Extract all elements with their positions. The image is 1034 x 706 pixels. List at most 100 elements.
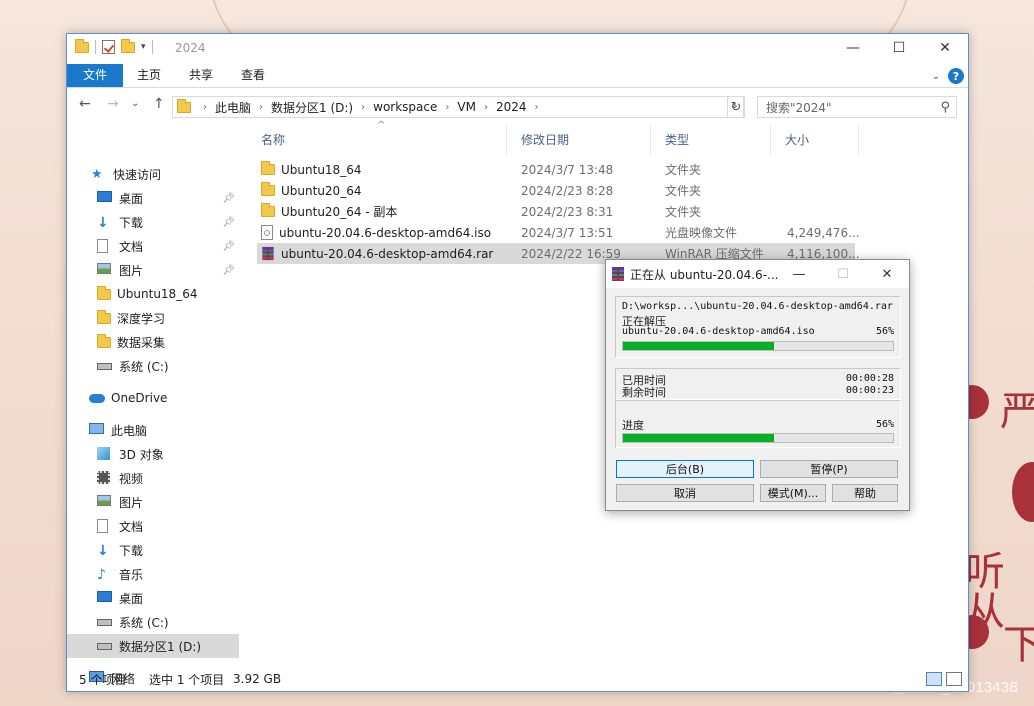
sidebar-item-label: 深度学习 (117, 311, 166, 326)
dialog-window-controls: — ☐ ✕ (777, 260, 909, 288)
sidebar-item[interactable]: ★ 快速访问 (67, 162, 239, 186)
file-date: 2024/3/7 13:48 (521, 162, 614, 177)
breadcrumb-this-pc[interactable]: 此电脑 (215, 99, 251, 116)
file-row[interactable]: Ubuntu20_64 - 副本 2024/2/23 8:31 文件夹 (257, 201, 855, 222)
computer-icon (89, 423, 105, 437)
forward-button[interactable]: → (107, 96, 119, 112)
sidebar-item[interactable]: OneDrive (67, 386, 239, 410)
refresh-button[interactable]: ↻ (727, 96, 745, 118)
dialog-title: 正在从 ubuntu-20.04.6-... (630, 268, 779, 282)
tab-home[interactable]: 主页 (123, 64, 175, 87)
cancel-button[interactable]: 取消 (616, 484, 754, 502)
maximize-button[interactable]: ☐ (876, 34, 922, 62)
help-icon[interactable]: ? (948, 68, 964, 84)
background-button[interactable]: 后台(B) (616, 460, 754, 478)
file-row[interactable]: Ubuntu18_64 2024/3/7 13:48 文件夹 (257, 159, 855, 180)
folder-icon (261, 203, 275, 217)
sidebar-item-label: Ubuntu18_64 (117, 287, 198, 301)
sidebar-item[interactable]: ♪ 音乐 (67, 562, 239, 586)
dialog-maximize-button: ☐ (837, 266, 849, 282)
cube-icon (97, 447, 113, 461)
chevron-right-icon[interactable]: › (445, 102, 449, 113)
breadcrumb-2024[interactable]: 2024 (496, 100, 527, 114)
chevron-right-icon[interactable]: › (361, 102, 365, 113)
sidebar-item[interactable]: ↓ 下载 📌︎ (67, 210, 239, 234)
column-header-date[interactable]: 修改日期 (507, 126, 651, 154)
sidebar-item[interactable]: 系统 (C:) (67, 610, 239, 634)
sidebar-item[interactable]: 文档 (67, 514, 239, 538)
sidebar-item[interactable]: 此电脑 (67, 418, 239, 442)
chevron-right-icon[interactable]: › (259, 102, 263, 113)
search-input[interactable]: 搜索"2024" ⚲ (757, 96, 957, 118)
file-row[interactable]: Ubuntu20_64 2024/2/23 8:28 文件夹 (257, 180, 855, 201)
chevron-down-icon[interactable]: ⌄ (932, 71, 940, 82)
tab-share[interactable]: 共享 (175, 64, 227, 87)
sidebar-item[interactable]: 数据采集 (67, 330, 239, 354)
chevron-right-icon[interactable]: › (203, 102, 207, 113)
dialog-minimize-button[interactable]: — (777, 260, 821, 288)
sidebar-item[interactable]: 视频 (67, 466, 239, 490)
pin-icon: 📌︎ (222, 216, 235, 228)
help-button[interactable]: 帮助 (832, 484, 898, 502)
breadcrumb-workspace[interactable]: workspace (373, 100, 437, 114)
time-panel: 已用时间 00:00:28 剩余时间 00:00:23 (615, 368, 901, 400)
drive-icon (97, 639, 113, 653)
window-title: 2024 (175, 41, 206, 55)
details-view-icon[interactable] (926, 672, 942, 686)
file-name: Ubuntu20_64 - 副本 (261, 203, 397, 220)
archive-path: D:\worksp...\ubuntu-20.04.6-desktop-amd6… (622, 301, 893, 312)
dialog-close-button[interactable]: ✕ (865, 260, 909, 288)
remaining-time: 00:00:23 (845, 385, 894, 396)
winrar-icon (262, 246, 274, 261)
sidebar-item[interactable]: 桌面 (67, 586, 239, 610)
disc-image-icon (261, 225, 273, 240)
mode-button[interactable]: 模式(M)... (760, 484, 826, 502)
new-folder-icon[interactable] (121, 38, 135, 53)
breadcrumb-drive-d[interactable]: 数据分区1 (D:) (271, 99, 353, 116)
minimize-button[interactable]: — (830, 34, 876, 62)
column-header-size[interactable]: 大小 (771, 126, 859, 154)
search-icon[interactable]: ⚲ (940, 100, 950, 115)
address-bar[interactable]: › 此电脑 › 数据分区1 (D:) › workspace › VM › 20… (172, 96, 744, 118)
sidebar-item[interactable]: 数据分区1 (D:) (67, 634, 239, 658)
extract-info-panel: D:\worksp...\ubuntu-20.04.6-desktop-amd6… (615, 296, 901, 358)
folder-icon (261, 161, 275, 175)
column-header-type[interactable]: 类型 (651, 126, 771, 154)
large-icons-view-icon[interactable] (946, 672, 962, 686)
recent-locations-button[interactable]: ⌄ (131, 98, 139, 109)
sidebar-item[interactable]: Ubuntu18_64 (67, 282, 239, 306)
file-date: 2024/3/7 13:51 (521, 225, 614, 240)
up-button[interactable]: ↑ (153, 96, 165, 112)
chevron-right-icon[interactable]: › (484, 102, 488, 113)
sidebar-item-label: OneDrive (111, 391, 168, 405)
sidebar-item[interactable]: 图片 (67, 490, 239, 514)
file-name: ubuntu-20.04.6-desktop-amd64.iso (261, 225, 491, 240)
sidebar-item[interactable]: 系统 (C:) (67, 354, 239, 378)
folder-icon (75, 38, 89, 53)
tab-view[interactable]: 查看 (227, 64, 279, 87)
sidebar-item-label: 下载 (119, 543, 144, 558)
sidebar-item[interactable]: 图片 📌︎ (67, 258, 239, 282)
total-progress-bar (622, 433, 894, 443)
column-header-name[interactable]: 名称 (247, 126, 507, 154)
sidebar-item[interactable]: 文档 📌︎ (67, 234, 239, 258)
sidebar-item[interactable]: 3D 对象 (67, 442, 239, 466)
document-icon (97, 519, 113, 533)
sidebar-item[interactable]: 深度学习 (67, 306, 239, 330)
file-date: 2024/2/23 8:31 (521, 204, 614, 219)
customize-toolbar-icon[interactable]: ▾ (141, 42, 146, 52)
sidebar-item[interactable]: 桌面 📌︎ (67, 186, 239, 210)
total-progress-panel: 进度 56% (615, 400, 901, 448)
file-row[interactable]: ubuntu-20.04.6-desktop-amd64.iso 2024/3/7… (257, 222, 860, 243)
pause-button[interactable]: 暂停(P) (760, 460, 898, 478)
tab-file[interactable]: 文件 (67, 64, 123, 87)
file-type: 文件夹 (665, 184, 702, 198)
chevron-right-icon[interactable]: › (534, 102, 538, 113)
sidebar-item[interactable]: ↓ 下载 (67, 538, 239, 562)
breadcrumb-vm[interactable]: VM (457, 100, 476, 114)
back-button[interactable]: ← (79, 96, 91, 112)
selection-count: 选中 1 个项目 (149, 672, 225, 687)
sidebar-item-label: 桌面 (119, 191, 144, 206)
close-button[interactable]: ✕ (922, 34, 968, 62)
properties-icon[interactable] (102, 40, 115, 54)
